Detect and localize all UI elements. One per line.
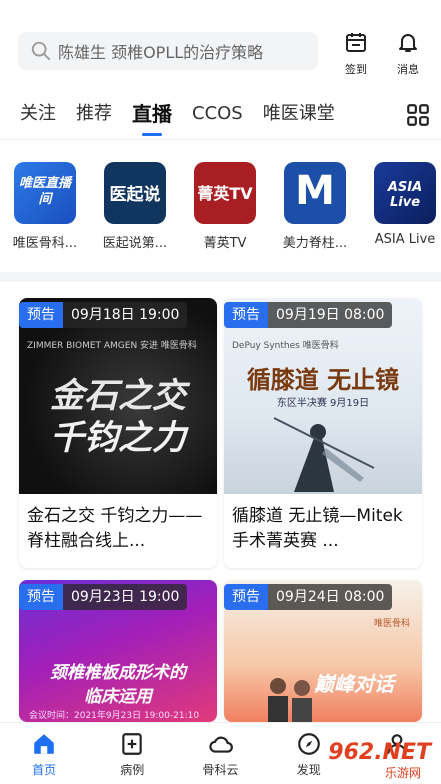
channel-meili-spine[interactable]: M 美力脊柱... [270,148,360,266]
search-bar[interactable]: 陈雄生 颈椎OPLL的治疗策略 [18,32,318,70]
art-title-1: 循膝道 无止镜 [246,365,400,394]
start-time: 09月24日 08:00 [268,584,393,610]
schedule-badge: 预告 09月18日 19:00 [19,302,188,328]
nav-label: 骨科云 [202,763,239,777]
start-time: 09月19日 08:00 [268,302,393,328]
messages-button[interactable]: 消息 [386,30,430,77]
channel-name: ASIA Live [374,232,436,247]
tab-weiyi-class[interactable]: 唯医课堂 [263,90,335,140]
live-title: 循膝道 无止镜—Mitek手术菁英赛 ... [232,506,403,551]
nav-label: 首页 [32,763,57,777]
live-card[interactable]: DePuy Synthes 唯医骨科 循膝道 无止镜 东区半决赛 9月19日 预… [224,298,422,568]
speakers-photo [268,678,312,722]
channel-logo: ASIA Live [374,162,436,224]
channel-weiyi-orthopedics[interactable]: 唯医直播间 唯医骨科... [0,148,90,266]
live-card[interactable]: ZIMMER BIOMET AMGEN 安进 唯医骨科 金石之交 千钧之力 预告… [19,298,217,568]
start-time: 09月18日 19:00 [63,302,188,328]
preview-badge: 预告 [224,584,268,610]
tabs-fade [367,92,397,138]
channel-asia-live[interactable]: ASIA Live ASIA Live [360,148,441,266]
tab-recommend[interactable]: 推荐 [76,90,112,140]
nav-cases[interactable]: 病例 [88,723,176,784]
nav-ortho-cloud[interactable]: 骨科云 [176,723,264,784]
art-title-1: 颈椎椎板成形术的 [50,663,186,683]
channel-logo: 菁英TV [194,162,256,224]
tab-live[interactable]: 直播 [132,90,172,140]
preview-badge: 预告 [19,302,63,328]
checkin-button[interactable]: 签到 [334,30,378,77]
schedule-badge: 预告 09月24日 08:00 [224,584,393,610]
live-thumbnail: DePuy Synthes 唯医骨科 循膝道 无止镜 东区半决赛 9月19日 预… [224,298,422,494]
nav-label: 发现 [296,763,321,777]
calendar-checkin-icon [346,33,366,52]
case-add-icon [122,733,143,755]
grid-menu-icon[interactable] [405,102,431,128]
live-title: 金石之交 千钧之力——脊柱融合线上... [27,506,203,551]
nav-label: 病例 [120,763,145,777]
channel-logo: M [284,162,346,224]
bell-icon [399,34,417,52]
swordsman-illustration [273,417,375,492]
channel-jingying-tv[interactable]: 菁英TV 菁英TV [180,148,270,266]
start-time: 09月23日 19:00 [63,584,188,610]
live-thumbnail: ZIMMER BIOMET AMGEN 安进 唯医骨科 金石之交 千钧之力 预告… [19,298,217,494]
home-icon [34,734,54,754]
nav-home[interactable]: 首页 [0,723,88,784]
live-card[interactable]: 唯医骨科 巅峰对话 预告 09月24日 08:00 [224,580,422,722]
sponsor-logos: 唯医骨科 [373,619,410,629]
channel-logo: 唯医直播间 [14,162,76,224]
discover-icon [297,733,320,755]
search-icon [31,41,51,61]
preview-badge: 预告 [224,302,268,328]
art-title-2: 临床运用 [84,687,152,707]
cloud-icon [208,736,233,753]
channel-name: 菁英TV [203,236,247,251]
search-placeholder: 陈雄生 颈椎OPLL的治疗策略 [58,43,264,62]
watermark-logo: 962.NET [328,740,431,765]
meeting-time: 会议时间：2021年9月23日 19:00-21:10 [29,711,200,721]
live-channel-list: 唯医直播间 唯医骨科... 医起说 医起说第... 菁英TV 菁英TV M 美力… [0,148,441,266]
art-title-2: 东区半决赛 9月19日 [276,398,370,409]
schedule-badge: 预告 09月19日 08:00 [224,302,393,328]
preview-badge: 预告 [19,584,63,610]
channel-name: 唯医骨科... [12,236,78,251]
schedule-badge: 预告 09月23日 19:00 [19,584,188,610]
sponsor-logos: DePuy Synthes 唯医骨科 [232,341,339,351]
channel-name: 美力脊柱... [282,236,348,251]
live-thumbnail: 唯医骨科 巅峰对话 预告 09月24日 08:00 [224,580,422,722]
checkin-label: 签到 [345,63,367,76]
channel-yiqishuo[interactable]: 医起说 医起说第... [90,148,180,266]
live-card[interactable]: 颈椎椎板成形术的 临床运用 会议时间：2021年9月23日 19:00-21:1… [19,580,217,722]
tab-ccos[interactable]: CCOS [192,90,243,140]
section-divider [0,272,441,282]
watermark-subtitle: 乐游网 [384,766,421,780]
channel-name: 医起说第... [102,236,168,251]
art-title-2: 千钧之力 [50,418,186,458]
tab-follow[interactable]: 关注 [20,90,56,140]
channel-logo: 医起说 [104,162,166,224]
sponsor-logos: ZIMMER BIOMET AMGEN 安进 唯医骨科 [27,341,197,351]
messages-label: 消息 [397,63,419,76]
top-bar: 陈雄生 颈椎OPLL的治疗策略 签到 消息 [0,0,441,88]
live-thumbnail: 颈椎椎板成形术的 临床运用 会议时间：2021年9月23日 19:00-21:1… [19,580,217,722]
art-title-1: 巅峰对话 [314,672,394,696]
